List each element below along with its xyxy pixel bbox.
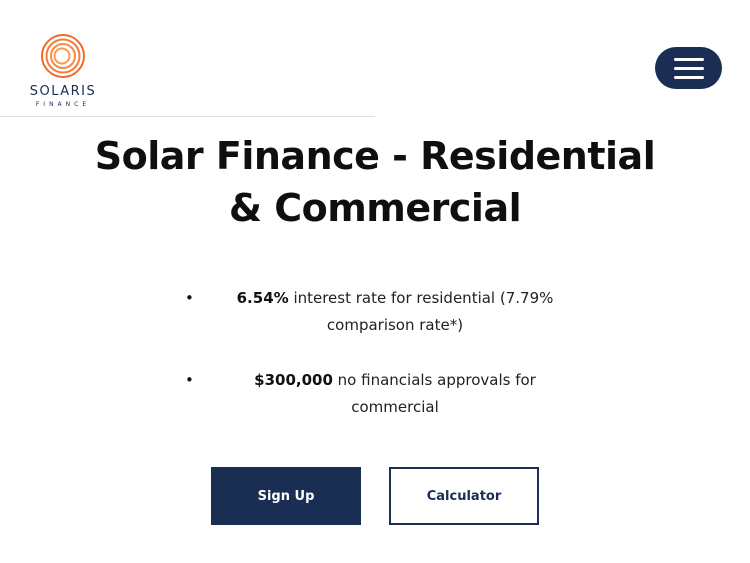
feature-list: • 6.54% interest rate for residential (7… — [180, 285, 580, 421]
feature-highlight: 6.54% — [236, 289, 289, 307]
feature-commercial-approval: • $300,000 no financials approvals for c… — [180, 367, 580, 421]
concentric-rings-icon — [41, 34, 85, 78]
logo[interactable]: SOLARIS FINANCE — [28, 32, 98, 108]
page-title-line-2: & Commercial — [228, 186, 522, 230]
logo-subtitle: FINANCE — [35, 101, 91, 108]
bullet-icon: • — [185, 289, 194, 307]
menu-button[interactable] — [655, 47, 722, 89]
feature-text: no financials approvals for — [332, 371, 536, 389]
logo-name: SOLARIS — [29, 84, 97, 99]
bullet-icon: • — [185, 371, 194, 389]
feature-line: $300,000 no financials approvals for — [210, 367, 580, 394]
page-title-line-1: Solar Finance - Residential — [94, 134, 656, 178]
hamburger-menu-icon-bar — [673, 75, 704, 79]
feature-residential-rate: • 6.54% interest rate for residential (7… — [180, 285, 580, 339]
feature-text-continued: comparison rate*) — [326, 316, 464, 334]
hamburger-menu-icon — [673, 57, 704, 61]
page-title: Solar Finance - Residential & Commercial — [0, 130, 750, 234]
site-header: SOLARIS FINANCE — [0, 0, 750, 118]
feature-highlight: $300,000 — [254, 371, 333, 389]
sign-up-button[interactable]: Sign Up — [211, 467, 361, 525]
feature-text: interest rate for residential (7.79% — [288, 289, 554, 307]
hamburger-menu-icon-bar — [673, 66, 704, 70]
calculator-button[interactable]: Calculator — [389, 467, 539, 525]
header-divider — [0, 116, 375, 117]
feature-text-continued: commercial — [351, 398, 439, 416]
feature-line: 6.54% interest rate for residential (7.7… — [210, 285, 580, 312]
